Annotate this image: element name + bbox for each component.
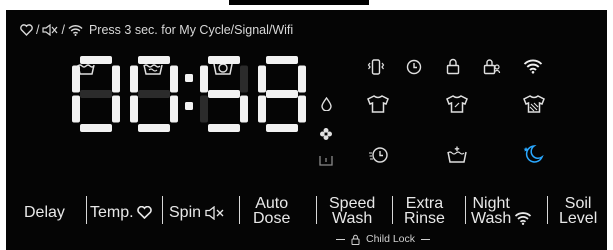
clock-icon [406,59,422,75]
segment-b [112,65,120,93]
auto-dose-button[interactable]: Auto Dose [253,195,291,227]
digit-3 [200,56,248,132]
speed-wash-label-2: Wash [331,210,373,227]
auto-dose-tank-icon [319,156,333,166]
segment-g [80,90,112,98]
auto-dose-label-2: Dose [253,210,291,227]
temp-button[interactable]: Temp. [90,204,152,221]
spin-button[interactable]: Spin [169,204,225,221]
child-lock-caption: Child Lock [336,232,431,246]
segment-d [138,124,170,132]
lock-icon [446,58,460,75]
segment-g [266,90,298,98]
time-display [72,56,306,132]
colon-dot [185,102,193,110]
divider [547,196,548,224]
extra-rinse-button[interactable]: Extra Rinse [404,195,445,227]
temp-label: Temp. [90,204,134,221]
digit-4 [258,56,306,132]
delay-button[interactable]: Delay [24,204,65,221]
divider [239,196,240,224]
auto-dose-label-1: Auto [255,195,289,212]
divider [316,196,317,224]
shirt-heavy-soil-icon [523,95,545,113]
segment-e [130,95,138,123]
water-drop-icon [321,97,332,111]
vibration-phone-icon [367,59,385,75]
segment-d [266,124,298,132]
speed-wash-label-1: Speed [329,195,376,212]
child-lock-label: Child Lock [366,233,416,245]
mute-sound-icon [205,205,224,220]
soil-level-button[interactable]: Soil Level [559,195,598,227]
segment-d [208,124,240,132]
segment-b [240,65,248,93]
delay-label: Delay [24,204,65,221]
segment-f [200,65,208,93]
segment-g [138,90,170,98]
divider [465,196,466,224]
segment-e [72,95,80,123]
segment-a [208,56,240,64]
speed-clock-icon [369,147,388,163]
segment-a [266,56,298,64]
lock-icon [351,234,360,245]
wifi-status-icon [523,59,543,74]
extra-rinse-label-1: Extra [405,195,444,212]
extra-rinse-tub-icon [447,146,467,163]
divider [162,196,163,224]
shirt-ironing-icon [446,95,468,113]
segment-b [298,65,306,93]
wifi-icon [515,212,532,225]
soil-level-label-2: Level [559,210,598,227]
heart-icon [136,206,152,219]
segment-f [72,65,80,93]
night-wash-button[interactable]: Night Wash [471,195,532,227]
soil-level-label-1: Soil [564,195,592,212]
speed-wash-button[interactable]: Speed Wash [329,195,376,227]
segment-a [138,56,170,64]
detergent-flower-icon [320,128,332,140]
top-tab-strip [229,0,369,5]
control-panel: / / Press 3 sec. for My Cycle/Signal/Wif… [6,10,607,250]
segment-e [200,95,208,123]
segment-f [130,65,138,93]
spin-label: Spin [169,204,202,221]
segment-c [298,95,306,123]
segment-g [208,90,240,98]
segment-b [170,65,178,93]
segment-a [80,56,112,64]
extra-rinse-label-2: Rinse [404,210,445,227]
user-lock-icon [483,59,501,75]
segment-f [258,65,266,93]
dash [421,238,431,240]
digit-1 [72,56,120,132]
segment-c [170,95,178,123]
button-labels-row: Delay Temp. Spin Auto Dose Speed Wash Extr… [6,192,607,232]
night-moon-icon [523,145,544,163]
segment-c [112,95,120,123]
shirt-icon [367,95,389,113]
night-wash-label-2: Wash [471,210,512,227]
divider [392,196,393,224]
segment-e [258,95,266,123]
night-wash-label-1: Night [472,195,510,212]
divider [86,196,87,224]
dash [336,238,345,240]
colon-dot [185,74,193,82]
segment-d [80,124,112,132]
segment-c [240,95,248,123]
digit-2 [130,56,178,132]
